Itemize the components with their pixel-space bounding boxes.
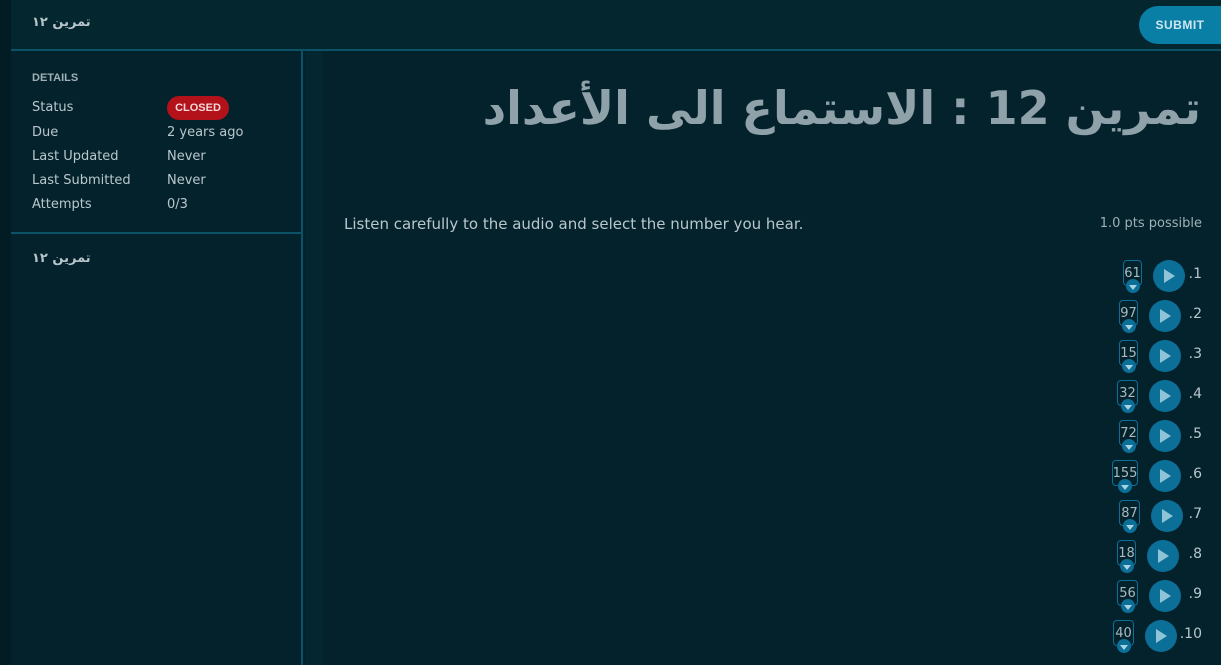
question-row: .1 61 [1062, 258, 1202, 294]
play-icon [1162, 509, 1173, 523]
page-title: تمرين 12 : الاستماع الى الأعداد [482, 81, 1201, 135]
question-row: .9 56 [1062, 578, 1202, 614]
chevron-down-icon[interactable] [1116, 639, 1131, 653]
points-possible: 1.0 pts possible [1099, 216, 1202, 231]
number-select[interactable]: 40 [1113, 620, 1134, 653]
instructions-text: Listen carefully to the audio and select… [344, 215, 804, 233]
number-select[interactable]: 87 [1119, 500, 1140, 533]
number-select[interactable]: 32 [1117, 380, 1138, 413]
number-select[interactable]: 155 [1112, 460, 1138, 493]
number-select[interactable]: 97 [1119, 300, 1138, 333]
play-audio-button[interactable] [1149, 340, 1181, 372]
play-icon [1160, 429, 1171, 443]
detail-row-status: Status CLOSED [32, 96, 292, 120]
play-audio-button[interactable] [1147, 540, 1179, 572]
play-icon [1158, 549, 1169, 563]
question-row: .10 40 [1062, 618, 1202, 654]
question-number: .8 [1188, 546, 1202, 562]
number-select[interactable]: 18 [1117, 540, 1136, 573]
play-audio-button[interactable] [1149, 380, 1181, 412]
detail-label: Last Submitted [32, 173, 131, 188]
left-edge-strip [0, 0, 11, 665]
detail-label: Status [32, 100, 74, 115]
detail-value: 2 years ago [167, 125, 244, 140]
detail-value: Never [167, 173, 206, 188]
chevron-down-icon[interactable] [1120, 399, 1135, 413]
question-row: .7 87 [1062, 498, 1202, 534]
question-number: .7 [1188, 506, 1202, 522]
number-select[interactable]: 15 [1119, 340, 1138, 373]
detail-value: 0/3 [167, 197, 188, 212]
detail-row-last-submitted: Last Submitted Never [32, 173, 292, 193]
play-icon [1160, 589, 1171, 603]
play-audio-button[interactable] [1153, 260, 1185, 292]
play-audio-button[interactable] [1151, 500, 1183, 532]
question-number: .9 [1188, 586, 1202, 602]
top-bar: تمرين ١٢ [11, 0, 1221, 51]
chevron-down-icon[interactable] [1121, 319, 1136, 333]
chevron-down-icon[interactable] [1125, 279, 1140, 293]
content-gutter [305, 51, 323, 665]
question-row: .2 97 [1062, 298, 1202, 334]
number-select[interactable]: 56 [1117, 580, 1138, 613]
detail-label: Due [32, 125, 59, 140]
question-number: .3 [1188, 346, 1202, 362]
details-heading: DETAILS [32, 72, 79, 84]
submit-button[interactable]: SUBMIT [1139, 6, 1221, 44]
play-icon [1160, 349, 1171, 363]
number-select[interactable]: 72 [1119, 420, 1138, 453]
detail-row-last-updated: Last Updated Never [32, 149, 292, 169]
details-panel: DETAILS Status CLOSED Due 2 years ago La… [11, 51, 301, 234]
detail-label: Attempts [32, 197, 92, 212]
chevron-down-icon[interactable] [1119, 559, 1134, 573]
detail-label: Last Updated [32, 149, 119, 164]
play-audio-button[interactable] [1149, 460, 1181, 492]
chevron-down-icon[interactable] [1121, 439, 1136, 453]
play-icon [1160, 309, 1171, 323]
play-icon [1160, 389, 1171, 403]
question-row: .5 72 [1062, 418, 1202, 454]
play-audio-button[interactable] [1149, 580, 1181, 612]
play-audio-button[interactable] [1149, 420, 1181, 452]
question-row: .8 18 [1062, 538, 1202, 574]
play-icon [1164, 269, 1175, 283]
main-content: تمرين 12 : الاستماع الى الأعداد Listen c… [323, 51, 1221, 665]
assignment-title: تمرين ١٢ [32, 15, 91, 30]
play-icon [1156, 629, 1167, 643]
play-icon [1160, 469, 1171, 483]
detail-row-attempts: Attempts 0/3 [32, 197, 292, 217]
chevron-down-icon[interactable] [1122, 519, 1137, 533]
sidebar: DETAILS Status CLOSED Due 2 years ago La… [11, 51, 303, 665]
question-row: .3 15 [1062, 338, 1202, 374]
question-row: .4 32 [1062, 378, 1202, 414]
play-audio-button[interactable] [1145, 620, 1177, 652]
question-number: .5 [1188, 426, 1202, 442]
question-number: .4 [1188, 386, 1202, 402]
detail-row-due: Due 2 years ago [32, 125, 292, 145]
question-row: .6 155 [1062, 458, 1202, 494]
question-number: .1 [1188, 266, 1202, 282]
sidebar-item-assignment[interactable]: تمرين ١٢ [32, 251, 91, 266]
question-number: .2 [1188, 306, 1202, 322]
chevron-down-icon[interactable] [1121, 359, 1136, 373]
detail-value: Never [167, 149, 206, 164]
status-badge: CLOSED [167, 96, 229, 120]
chevron-down-icon[interactable] [1118, 479, 1132, 493]
question-number: .6 [1188, 466, 1202, 482]
number-select[interactable]: 61 [1123, 260, 1142, 293]
question-number: .10 [1179, 626, 1202, 642]
play-audio-button[interactable] [1149, 300, 1181, 332]
chevron-down-icon[interactable] [1120, 599, 1135, 613]
